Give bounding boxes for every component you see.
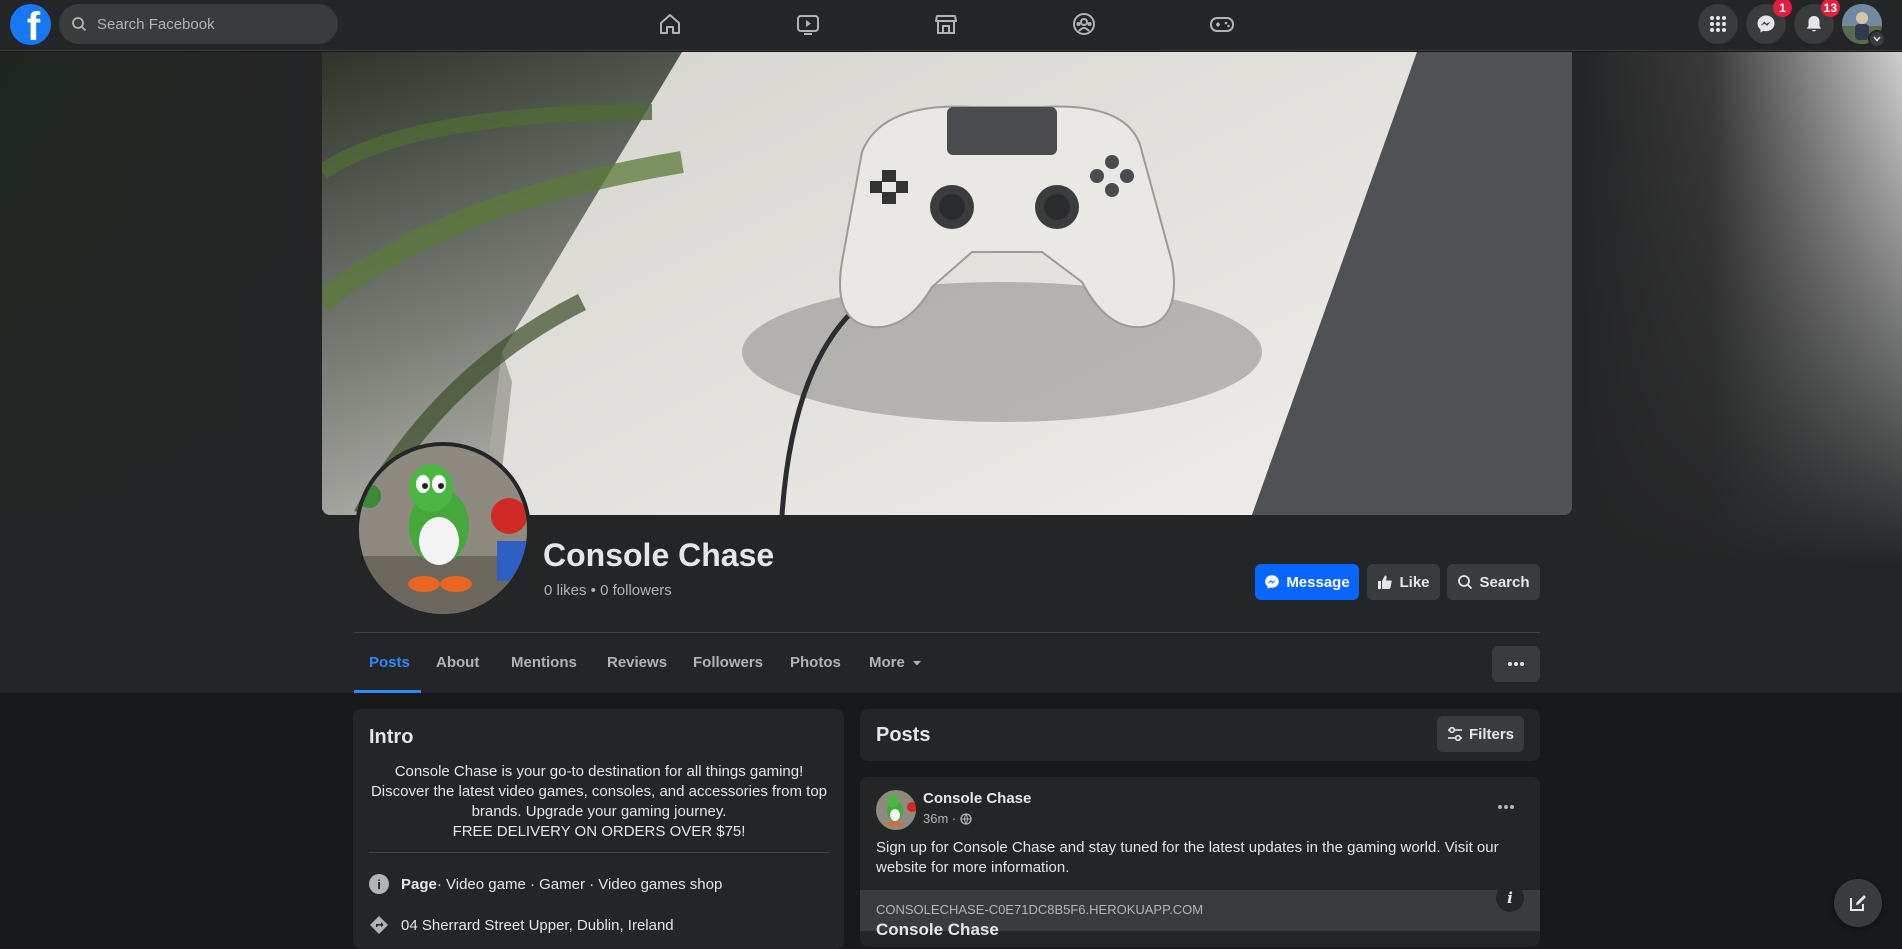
chevron-down-icon	[1873, 36, 1881, 42]
intro-bio-line: brands. Upgrade your gaming journey.	[471, 803, 727, 820]
search-button-label: Search	[1479, 573, 1530, 591]
message-button[interactable]: Message	[1255, 564, 1359, 600]
posts-section-title: Posts	[876, 724, 931, 746]
header-divider	[354, 632, 1540, 633]
directions-icon	[370, 916, 388, 934]
link-domain: CONSOLECHASE-C0E71DC8B5F6.HEROKUAPP.COM	[876, 902, 1204, 917]
messenger-icon	[1265, 575, 1280, 589]
active-tab-indicator	[354, 690, 421, 693]
messenger-icon	[1757, 15, 1775, 33]
info-icon: i	[369, 874, 389, 894]
watch-icon	[797, 15, 819, 35]
post-text: Sign up for Console Chase and stay tuned…	[876, 839, 1499, 876]
tab-followers[interactable]: Followers	[693, 654, 763, 671]
notifications-badge: 13	[1820, 0, 1840, 17]
nav-home[interactable]	[640, 4, 700, 44]
more-dots-icon	[1508, 662, 1524, 666]
gaming-icon	[1210, 17, 1234, 32]
like-button[interactable]: Like	[1367, 564, 1440, 600]
tab-more-label: More	[869, 654, 905, 671]
post-author-name[interactable]: Console Chase	[923, 790, 1031, 807]
page-category-row: i Page · Video game · Gamer · Video game…	[369, 874, 722, 894]
notifications-button[interactable]: 13	[1794, 0, 1840, 44]
post-author-avatar[interactable]	[876, 790, 916, 830]
bell-icon	[1806, 16, 1822, 32]
intro-bio-line: Discover the latest video games, console…	[370, 783, 828, 800]
page-title: Console Chase	[543, 537, 775, 573]
more-dots-icon	[1498, 805, 1514, 809]
link-info-button[interactable]: i	[1496, 884, 1524, 912]
messenger-badge: 1	[1773, 0, 1792, 17]
intro-title: Intro	[369, 726, 414, 748]
page-likes-followers: 0 likes • 0 followers	[544, 582, 672, 599]
tab-reviews[interactable]: Reviews	[607, 654, 667, 671]
page-category-label: Page	[401, 875, 437, 893]
nav-marketplace[interactable]	[916, 4, 976, 44]
compose-icon	[1850, 895, 1866, 911]
post-options-button[interactable]	[1489, 793, 1523, 821]
profile-picture-image	[359, 446, 527, 614]
search-facebook-box[interactable]	[59, 4, 338, 44]
messenger-button[interactable]: 1	[1746, 0, 1792, 44]
address-row[interactable]: 04 Sherrard Street Upper, Dublin, Irelan…	[369, 915, 674, 935]
top-navigation-bar: f 1 13	[0, 0, 1902, 51]
menu-grid-icon	[1710, 16, 1726, 32]
message-button-label: Message	[1286, 573, 1350, 591]
intro-bio-line: Console Chase is your go-to destination …	[394, 763, 804, 780]
facebook-logo[interactable]: f	[10, 4, 51, 45]
post-timestamp[interactable]: 36m ·	[923, 811, 972, 826]
intro-bio-line: FREE DELIVERY ON ORDERS OVER $75!	[452, 823, 746, 840]
filters-icon	[1447, 727, 1462, 741]
marketplace-icon	[935, 15, 957, 34]
profile-picture[interactable]	[355, 442, 531, 618]
account-menu-chevron[interactable]	[1868, 30, 1886, 48]
search-icon	[72, 17, 87, 32]
page-options-button[interactable]	[1492, 646, 1540, 682]
post-time-text: 36m ·	[923, 811, 957, 826]
thumbs-up-icon	[1378, 575, 1393, 589]
like-button-label: Like	[1399, 573, 1430, 591]
new-message-button[interactable]	[1834, 879, 1882, 927]
search-input[interactable]	[95, 14, 319, 34]
groups-icon	[1073, 13, 1095, 35]
globe-icon	[960, 812, 972, 825]
search-icon	[1458, 575, 1473, 590]
filters-button-label: Filters	[1468, 725, 1514, 743]
search-page-button[interactable]: Search	[1447, 564, 1540, 600]
tab-photos[interactable]: Photos	[790, 654, 841, 671]
home-icon	[660, 14, 680, 34]
info-icon: i	[1507, 889, 1513, 907]
nav-groups[interactable]	[1054, 4, 1114, 44]
menu-button[interactable]	[1698, 4, 1738, 44]
page-category-text: · Video game · Gamer · Video games shop	[436, 875, 723, 893]
tab-more[interactable]: More	[869, 654, 923, 671]
caret-down-icon	[912, 660, 921, 665]
post-author-avatar-image	[876, 790, 916, 830]
tab-mentions[interactable]: Mentions	[511, 654, 577, 671]
tab-posts[interactable]: Posts	[369, 654, 410, 671]
tab-about[interactable]: About	[436, 654, 479, 671]
cover-photo-image	[322, 52, 1572, 515]
cover-photo[interactable]	[322, 52, 1572, 515]
nav-gaming[interactable]	[1192, 4, 1252, 44]
link-title: Console Chase	[876, 920, 999, 939]
nav-watch[interactable]	[778, 4, 838, 44]
intro-bio: Console Chase is your go-to destination …	[369, 762, 829, 842]
filters-button[interactable]: Filters	[1437, 716, 1524, 752]
intro-separator	[369, 852, 829, 853]
